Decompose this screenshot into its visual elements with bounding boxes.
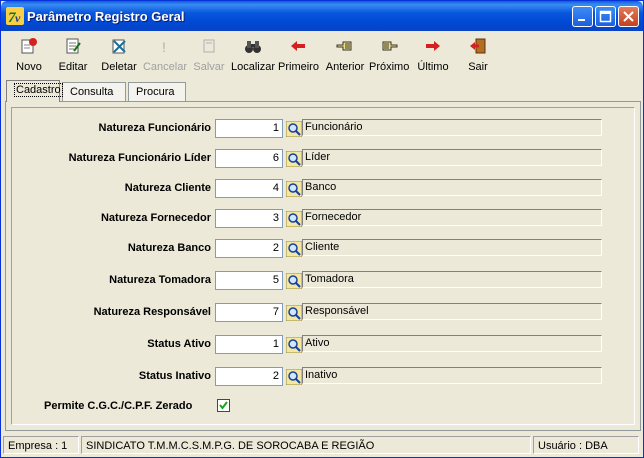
exit-door-icon (470, 38, 486, 54)
field-label: Natureza Funcionário Líder (68, 152, 211, 164)
next-button[interactable]: Próximo (369, 33, 409, 79)
save-button[interactable]: Salvar (189, 33, 229, 79)
lookup-magnifier-icon[interactable] (286, 181, 302, 197)
lookup-magnifier-icon[interactable] (286, 121, 302, 137)
form-row: Status Ativo 1 Ativo (1, 334, 641, 356)
lookup-magnifier-icon[interactable] (286, 369, 302, 385)
code-input[interactable]: 5 (215, 271, 283, 290)
description-field: Fornecedor (302, 209, 602, 226)
field-label: Natureza Funcionário (98, 122, 211, 134)
code-input[interactable]: 7 (215, 303, 283, 322)
field-label: Natureza Responsável (93, 306, 211, 318)
description-field: Ativo (302, 335, 602, 352)
description-field: Inativo (302, 367, 602, 384)
field-label: Natureza Fornecedor (100, 212, 211, 224)
code-input[interactable]: 4 (215, 179, 283, 198)
edit-icon (66, 38, 81, 54)
field-label: Status Ativo (147, 338, 211, 350)
form-row: Natureza Funcionário Líder 6 Líder (1, 148, 641, 170)
description-field: Cliente (302, 239, 602, 256)
first-arrow-icon (291, 41, 305, 51)
first-button[interactable]: Primeiro (278, 33, 319, 79)
search-button[interactable]: Localizar (231, 33, 275, 79)
status-bar: Empresa : 1 SINDICATO T.M.M.C.S.M.P.G. D… (3, 435, 641, 455)
lookup-magnifier-icon[interactable] (286, 273, 302, 289)
code-input[interactable]: 1 (215, 119, 283, 138)
last-button[interactable]: Último (413, 33, 453, 79)
permit-zero-cnpj-row: Permite C.G.C./C.P.F. Zerado (1, 398, 641, 416)
last-arrow-icon (426, 41, 440, 51)
tab-strip: Cadastro Consulta Procura (5, 80, 641, 102)
form-row: Natureza Funcionário 1 Funcionário (1, 118, 641, 140)
status-usuario: Usuário : DBA (533, 436, 639, 454)
lookup-magnifier-icon[interactable] (286, 151, 302, 167)
field-label: Natureza Tomadora (109, 274, 211, 286)
app-logo-icon: 7 v (6, 7, 24, 25)
field-label: Natureza Cliente (124, 182, 211, 194)
description-field: Banco (302, 179, 602, 196)
toolbar: Novo Editar Deletar ! Cancelar Salvar Lo… (5, 33, 641, 79)
next-hand-icon (382, 41, 398, 51)
permit-zero-cnpj-label: Permite C.G.C./C.P.F. Zerado (44, 400, 193, 412)
edit-button[interactable]: Editar (53, 33, 93, 79)
maximize-icon (599, 10, 612, 23)
form-row: Natureza Tomadora 5 Tomadora (1, 270, 641, 292)
description-field: Líder (302, 149, 602, 166)
new-record-icon (21, 38, 37, 54)
status-company-name: SINDICATO T.M.M.C.S.M.P.G. DE SOROCABA E… (81, 436, 531, 454)
form-row: Natureza Banco 2 Cliente (1, 238, 641, 260)
code-input[interactable]: 1 (215, 335, 283, 354)
checkmark-icon (219, 401, 228, 410)
main-window: 7 v Parâmetro Registro Geral Novo Editar… (0, 0, 644, 458)
save-icon (203, 39, 215, 53)
code-input[interactable]: 6 (215, 149, 283, 168)
close-icon (623, 11, 634, 22)
lookup-magnifier-icon[interactable] (286, 211, 302, 227)
description-field: Responsável (302, 303, 602, 320)
form-row: Natureza Fornecedor 3 Fornecedor (1, 208, 641, 230)
title-bar[interactable]: 7 v Parâmetro Registro Geral (1, 1, 643, 31)
field-label: Status Inativo (138, 370, 211, 382)
permit-zero-cnpj-checkbox[interactable] (217, 399, 230, 412)
new-button[interactable]: Novo (9, 33, 49, 79)
form-row: Natureza Cliente 4 Banco (1, 178, 641, 200)
svg-text:!: ! (162, 39, 166, 55)
tab-consulta[interactable]: Consulta (62, 82, 126, 102)
binoculars-icon (245, 41, 261, 53)
window-title: Parâmetro Registro Geral (27, 9, 185, 24)
exit-button[interactable]: Sair (461, 33, 495, 79)
close-button[interactable] (618, 6, 639, 27)
minimize-button[interactable] (572, 6, 593, 27)
description-field: Tomadora (302, 271, 602, 288)
status-empresa: Empresa : 1 (3, 436, 79, 454)
previous-button[interactable]: Anterior (323, 33, 367, 79)
maximize-button[interactable] (595, 6, 616, 27)
cancel-button[interactable]: ! Cancelar (141, 33, 189, 79)
lookup-magnifier-icon[interactable] (286, 305, 302, 321)
code-input[interactable]: 2 (215, 367, 283, 386)
form-row: Status Inativo 2 Inativo (1, 366, 641, 388)
lookup-magnifier-icon[interactable] (286, 241, 302, 257)
description-field: Funcionário (302, 119, 602, 136)
delete-button[interactable]: Deletar (97, 33, 141, 79)
cancel-icon: ! (162, 39, 166, 55)
lookup-magnifier-icon[interactable] (286, 337, 302, 353)
svg-text:v: v (15, 11, 21, 25)
code-input[interactable]: 2 (215, 239, 283, 258)
tab-cadastro[interactable]: Cadastro (6, 80, 63, 102)
code-input[interactable]: 3 (215, 209, 283, 228)
previous-hand-icon (336, 41, 352, 51)
tab-procura[interactable]: Procura (128, 82, 186, 102)
field-label: Natureza Banco (127, 242, 211, 254)
delete-icon (112, 39, 126, 54)
minimize-icon (578, 19, 585, 21)
form-row: Natureza Responsável 7 Responsável (1, 302, 641, 324)
